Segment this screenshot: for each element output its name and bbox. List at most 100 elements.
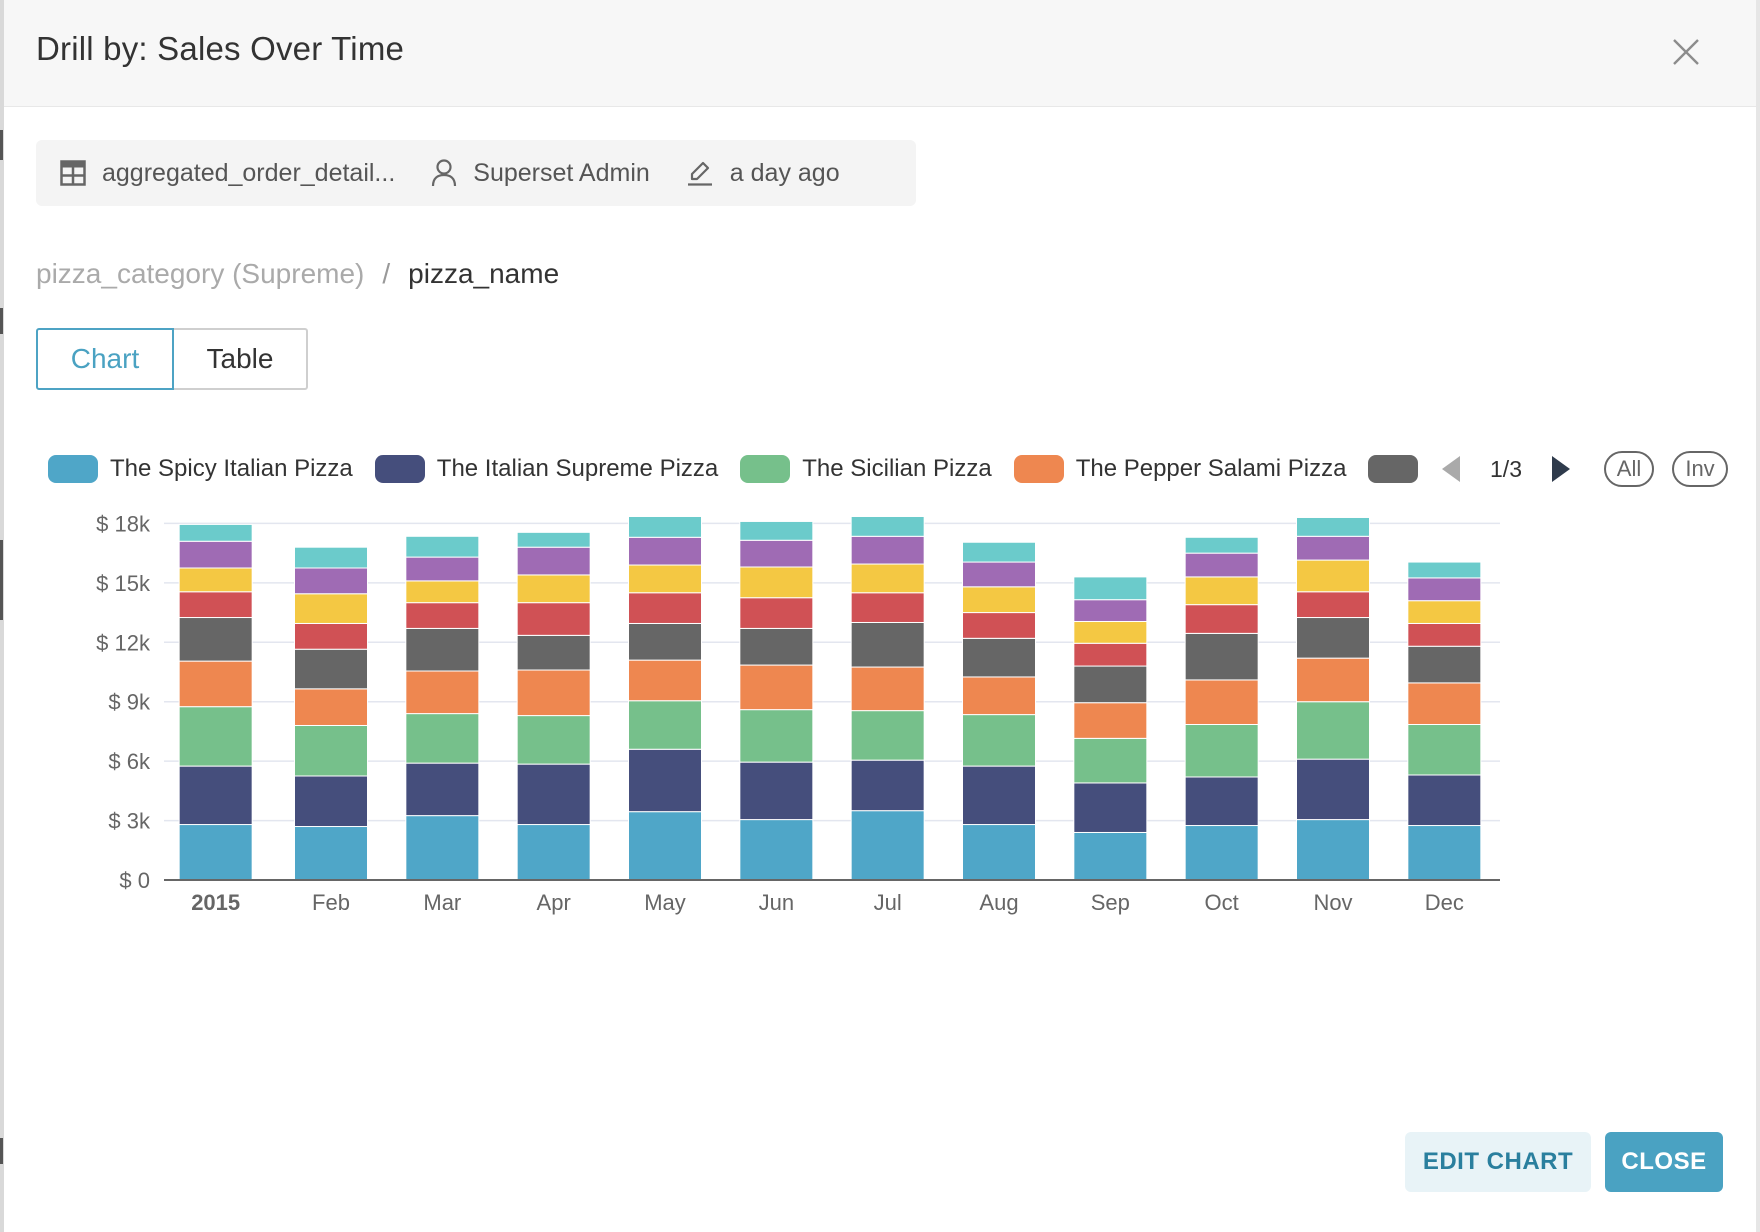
legend-swatch bbox=[374, 455, 425, 483]
x-tick-label: Jun bbox=[759, 890, 794, 915]
bar-segment bbox=[962, 824, 1036, 881]
bar-segment bbox=[1296, 559, 1370, 593]
legend-swatch bbox=[48, 455, 98, 483]
bar-segment bbox=[628, 536, 702, 566]
bar-segment bbox=[1073, 782, 1148, 833]
bar-segment bbox=[850, 710, 925, 761]
bar-segment bbox=[739, 539, 814, 568]
bar-segment bbox=[516, 715, 591, 765]
bar-segment bbox=[739, 627, 814, 666]
y-tick-label: $ 9k bbox=[108, 690, 151, 715]
dataset-name: aggregated_order_detail... bbox=[102, 158, 396, 187]
bar-segment bbox=[628, 622, 702, 661]
bar-segment bbox=[850, 515, 925, 537]
bar-segment bbox=[962, 561, 1036, 588]
tab-table[interactable]: Table bbox=[172, 328, 308, 390]
backdrop-fragment bbox=[0, 308, 3, 334]
legend-swatch bbox=[740, 455, 791, 483]
bar-segment bbox=[294, 567, 368, 595]
bar-segment bbox=[294, 724, 368, 777]
legend-item[interactable]: The Sicilian Pizza bbox=[740, 455, 992, 483]
owner-name: Superset Admin bbox=[473, 158, 650, 187]
bar-segment bbox=[1407, 645, 1482, 684]
bar-segment bbox=[178, 591, 253, 619]
legend-item[interactable]: The Pepper Salami Pizza bbox=[1013, 455, 1347, 483]
bar-segment bbox=[1407, 723, 1482, 776]
modified-time: a day ago bbox=[729, 158, 840, 187]
legend-item[interactable]: The Spicy Italian Pizza bbox=[48, 455, 353, 483]
x-tick-label: Dec bbox=[1425, 890, 1464, 915]
bar-segment bbox=[1184, 604, 1259, 634]
bar-segment bbox=[294, 648, 368, 690]
bar-segment bbox=[178, 540, 253, 569]
breadcrumb-separator: / bbox=[382, 258, 391, 289]
tab-chart[interactable]: Chart bbox=[36, 328, 174, 390]
bar-segment bbox=[1073, 831, 1148, 881]
chart-legend: The Spicy Italian Pizza The Italian Supre… bbox=[48, 446, 1728, 492]
edit-chart-button[interactable]: EDIT CHART bbox=[1405, 1132, 1591, 1192]
breadcrumb-previous[interactable]: pizza_category (Supreme) bbox=[36, 258, 364, 290]
bar-segment bbox=[1296, 758, 1370, 821]
bar-segment bbox=[178, 523, 253, 542]
bar-segment bbox=[405, 627, 480, 672]
bar-segment bbox=[516, 634, 591, 671]
bar-segment bbox=[1184, 723, 1259, 778]
legend-item[interactable]: The Italian Supreme Pizza bbox=[374, 455, 718, 483]
bar-segment bbox=[1407, 600, 1482, 624]
bar-segment bbox=[1184, 632, 1259, 681]
legend-label: The Pepper Salami Pizza bbox=[1075, 455, 1347, 482]
modal-title: Drill by: Sales Over Time bbox=[36, 30, 405, 67]
bar-segment bbox=[1073, 737, 1148, 784]
legend-item[interactable]: The bbox=[1368, 455, 1422, 483]
bar-segment bbox=[850, 810, 925, 881]
dataset-meta[interactable]: aggregated_order_detail... bbox=[60, 159, 395, 188]
bar-segment bbox=[178, 617, 253, 662]
bar-segment bbox=[405, 762, 480, 817]
caret-left-icon[interactable] bbox=[1438, 453, 1464, 485]
bar-segment bbox=[294, 775, 368, 828]
close-button[interactable]: CLOSE bbox=[1605, 1132, 1723, 1192]
bar-segment bbox=[516, 602, 591, 636]
bar-segment bbox=[178, 824, 253, 881]
caret-right-icon[interactable] bbox=[1548, 453, 1574, 485]
bar-segment bbox=[739, 664, 814, 711]
bar-segment bbox=[178, 706, 253, 767]
bar-segment bbox=[1407, 561, 1482, 579]
bar-segment bbox=[516, 824, 591, 881]
table-icon bbox=[60, 160, 86, 186]
bar-segment bbox=[1184, 536, 1259, 554]
bar-segment bbox=[739, 709, 814, 763]
bar-segment bbox=[1073, 599, 1148, 622]
bar-segment bbox=[294, 593, 368, 624]
bar-segment bbox=[516, 574, 591, 604]
chart-metadata-bar: aggregated_order_detail... Superset Admi… bbox=[36, 140, 916, 206]
bar-segment bbox=[1407, 577, 1482, 602]
bar-segment bbox=[850, 666, 925, 712]
bar-segment bbox=[1184, 679, 1259, 725]
bar-segment bbox=[850, 563, 925, 594]
y-tick-label: $ 18k bbox=[96, 511, 151, 536]
legend-invert-button[interactable]: Inv bbox=[1672, 451, 1728, 487]
bar-segment bbox=[1184, 552, 1259, 578]
bar-segment bbox=[1184, 776, 1259, 827]
close-icon[interactable] bbox=[1664, 30, 1708, 74]
y-tick-label: $ 0 bbox=[119, 868, 150, 893]
legend-items: The Spicy Italian Pizza The Italian Supre… bbox=[48, 455, 1422, 483]
bar-segment bbox=[516, 546, 591, 576]
bar-segment bbox=[628, 564, 702, 594]
bar-segment bbox=[850, 592, 925, 623]
legend-select-all-button[interactable]: All bbox=[1604, 451, 1654, 487]
bar-segment bbox=[1073, 576, 1148, 601]
stacked-bar-chart: $ 0$ 3k$ 6k$ 9k$ 12k$ 15k$ 18k$ 21k2015F… bbox=[96, 511, 1500, 915]
bar-segment bbox=[1073, 665, 1148, 704]
bar-segment bbox=[1296, 617, 1370, 659]
legend-page-indicator: 1/3 bbox=[1490, 455, 1522, 482]
legend-swatch bbox=[1368, 455, 1419, 483]
bar-segment bbox=[962, 541, 1036, 563]
bar-segment bbox=[1407, 774, 1482, 827]
legend-label: The Sicilian Pizza bbox=[802, 455, 992, 482]
bar-segment bbox=[962, 714, 1036, 767]
bar-segment bbox=[405, 670, 480, 715]
y-tick-label: $ 3k bbox=[108, 809, 151, 834]
bar-segment bbox=[516, 669, 591, 717]
